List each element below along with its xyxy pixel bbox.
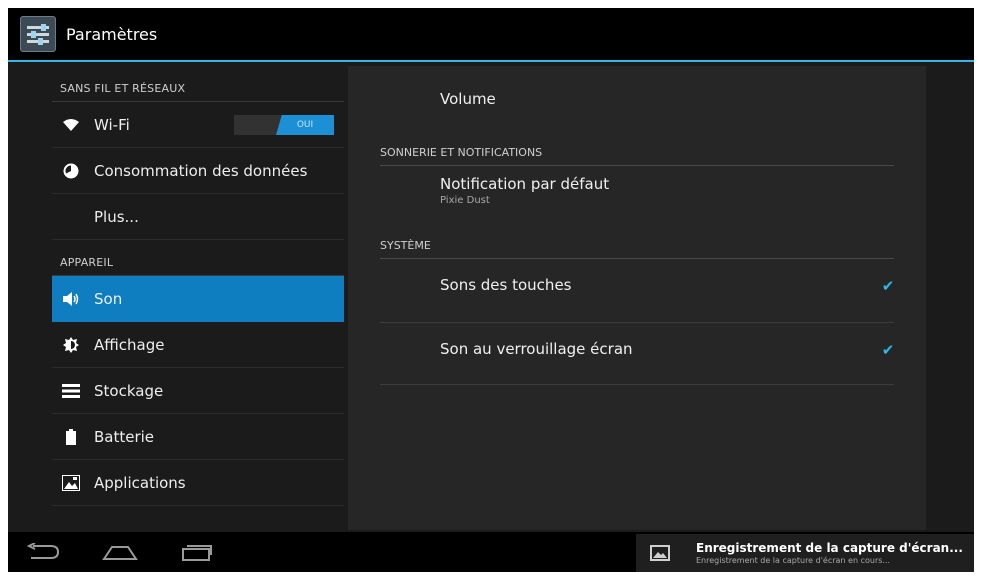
- recent-apps-icon: [182, 545, 212, 561]
- sidebar-item-label: Wi-Fi: [94, 115, 130, 134]
- lock-sound-checkbox[interactable]: ✔: [880, 342, 896, 358]
- settings-sidebar: SANS FIL ET RÉSEAUX Wi-Fi OUI Consommati…: [52, 62, 344, 534]
- wifi-icon: [60, 114, 82, 136]
- notification-text: Enregistrement de la capture d'écran... …: [696, 541, 963, 565]
- notification-title: Enregistrement de la capture d'écran...: [696, 541, 963, 555]
- notification-subtitle: Enregistrement de la capture d'écran en …: [696, 556, 891, 565]
- sidebar-item-more[interactable]: Plus...: [52, 194, 344, 240]
- battery-icon: [60, 426, 82, 448]
- app-title: Paramètres: [66, 24, 158, 44]
- data-usage-icon: [60, 160, 82, 182]
- section-header-device: APPAREIL: [52, 240, 344, 276]
- sound-settings-pane: Volume SONNERIE ET NOTIFICATIONS Notific…: [348, 66, 926, 530]
- tablet-screen: Paramètres SANS FIL ET RÉSEAUX Wi-Fi OUI…: [8, 8, 974, 572]
- apps-icon: [60, 472, 82, 494]
- settings-app-icon[interactable]: [20, 16, 56, 52]
- sidebar-item-label: Batterie: [94, 427, 155, 446]
- sidebar-item-wifi[interactable]: Wi-Fi OUI: [52, 102, 344, 148]
- sidebar-item-battery[interactable]: Batterie: [52, 414, 344, 460]
- touch-sounds-item[interactable]: Sons des touches: [440, 276, 900, 296]
- sidebar-item-label: Applications: [94, 473, 186, 492]
- wifi-toggle[interactable]: OUI: [234, 115, 334, 135]
- speaker-icon: [60, 288, 82, 310]
- touch-sounds-label: Sons des touches: [440, 276, 572, 294]
- sidebar-item-display[interactable]: Affichage: [52, 322, 344, 368]
- touch-sounds-checkbox[interactable]: ✔: [880, 278, 896, 294]
- sidebar-item-data-usage[interactable]: Consommation des données: [52, 148, 344, 194]
- sidebar-item-sound[interactable]: Son: [52, 276, 344, 322]
- default-notification-value: Pixie Dust: [440, 195, 490, 206]
- volume-item[interactable]: Volume: [440, 90, 900, 108]
- brightness-icon: [60, 334, 82, 356]
- action-bar: Paramètres: [8, 8, 974, 62]
- default-notification-label: Notification par défaut: [440, 175, 610, 193]
- storage-icon: [60, 380, 82, 402]
- screenshot-notification[interactable]: Enregistrement de la capture d'écran... …: [636, 534, 974, 572]
- lock-sound-label: Son au verrouillage écran: [440, 340, 633, 358]
- sidebar-item-storage[interactable]: Stockage: [52, 368, 344, 414]
- sidebar-item-label: Consommation des données: [94, 161, 308, 180]
- sidebar-item-label: Son: [94, 290, 123, 308]
- divider: [380, 322, 894, 323]
- image-icon: [650, 545, 670, 561]
- default-notification-item[interactable]: Notification par défaut Pixie Dust: [440, 175, 900, 206]
- back-icon: [27, 543, 60, 559]
- sidebar-item-label: Stockage: [94, 381, 164, 400]
- sidebar-item-label: Plus...: [94, 207, 139, 226]
- lock-sound-item[interactable]: Son au verrouillage écran: [440, 340, 900, 360]
- volume-label: Volume: [440, 90, 496, 108]
- section-header-ringtone: SONNERIE ET NOTIFICATIONS: [380, 146, 894, 166]
- home-icon: [102, 546, 138, 560]
- wifi-toggle-on-label: OUI: [276, 115, 334, 135]
- sidebar-item-label: Affichage: [94, 335, 165, 354]
- sidebar-item-applications[interactable]: Applications: [52, 460, 344, 506]
- divider: [380, 384, 894, 385]
- home-button[interactable]: [100, 540, 140, 564]
- recent-apps-button[interactable]: [176, 540, 216, 564]
- section-header-system: SYSTÈME: [380, 239, 894, 259]
- back-button[interactable]: [24, 540, 64, 564]
- section-header-wireless: SANS FIL ET RÉSEAUX: [52, 62, 344, 102]
